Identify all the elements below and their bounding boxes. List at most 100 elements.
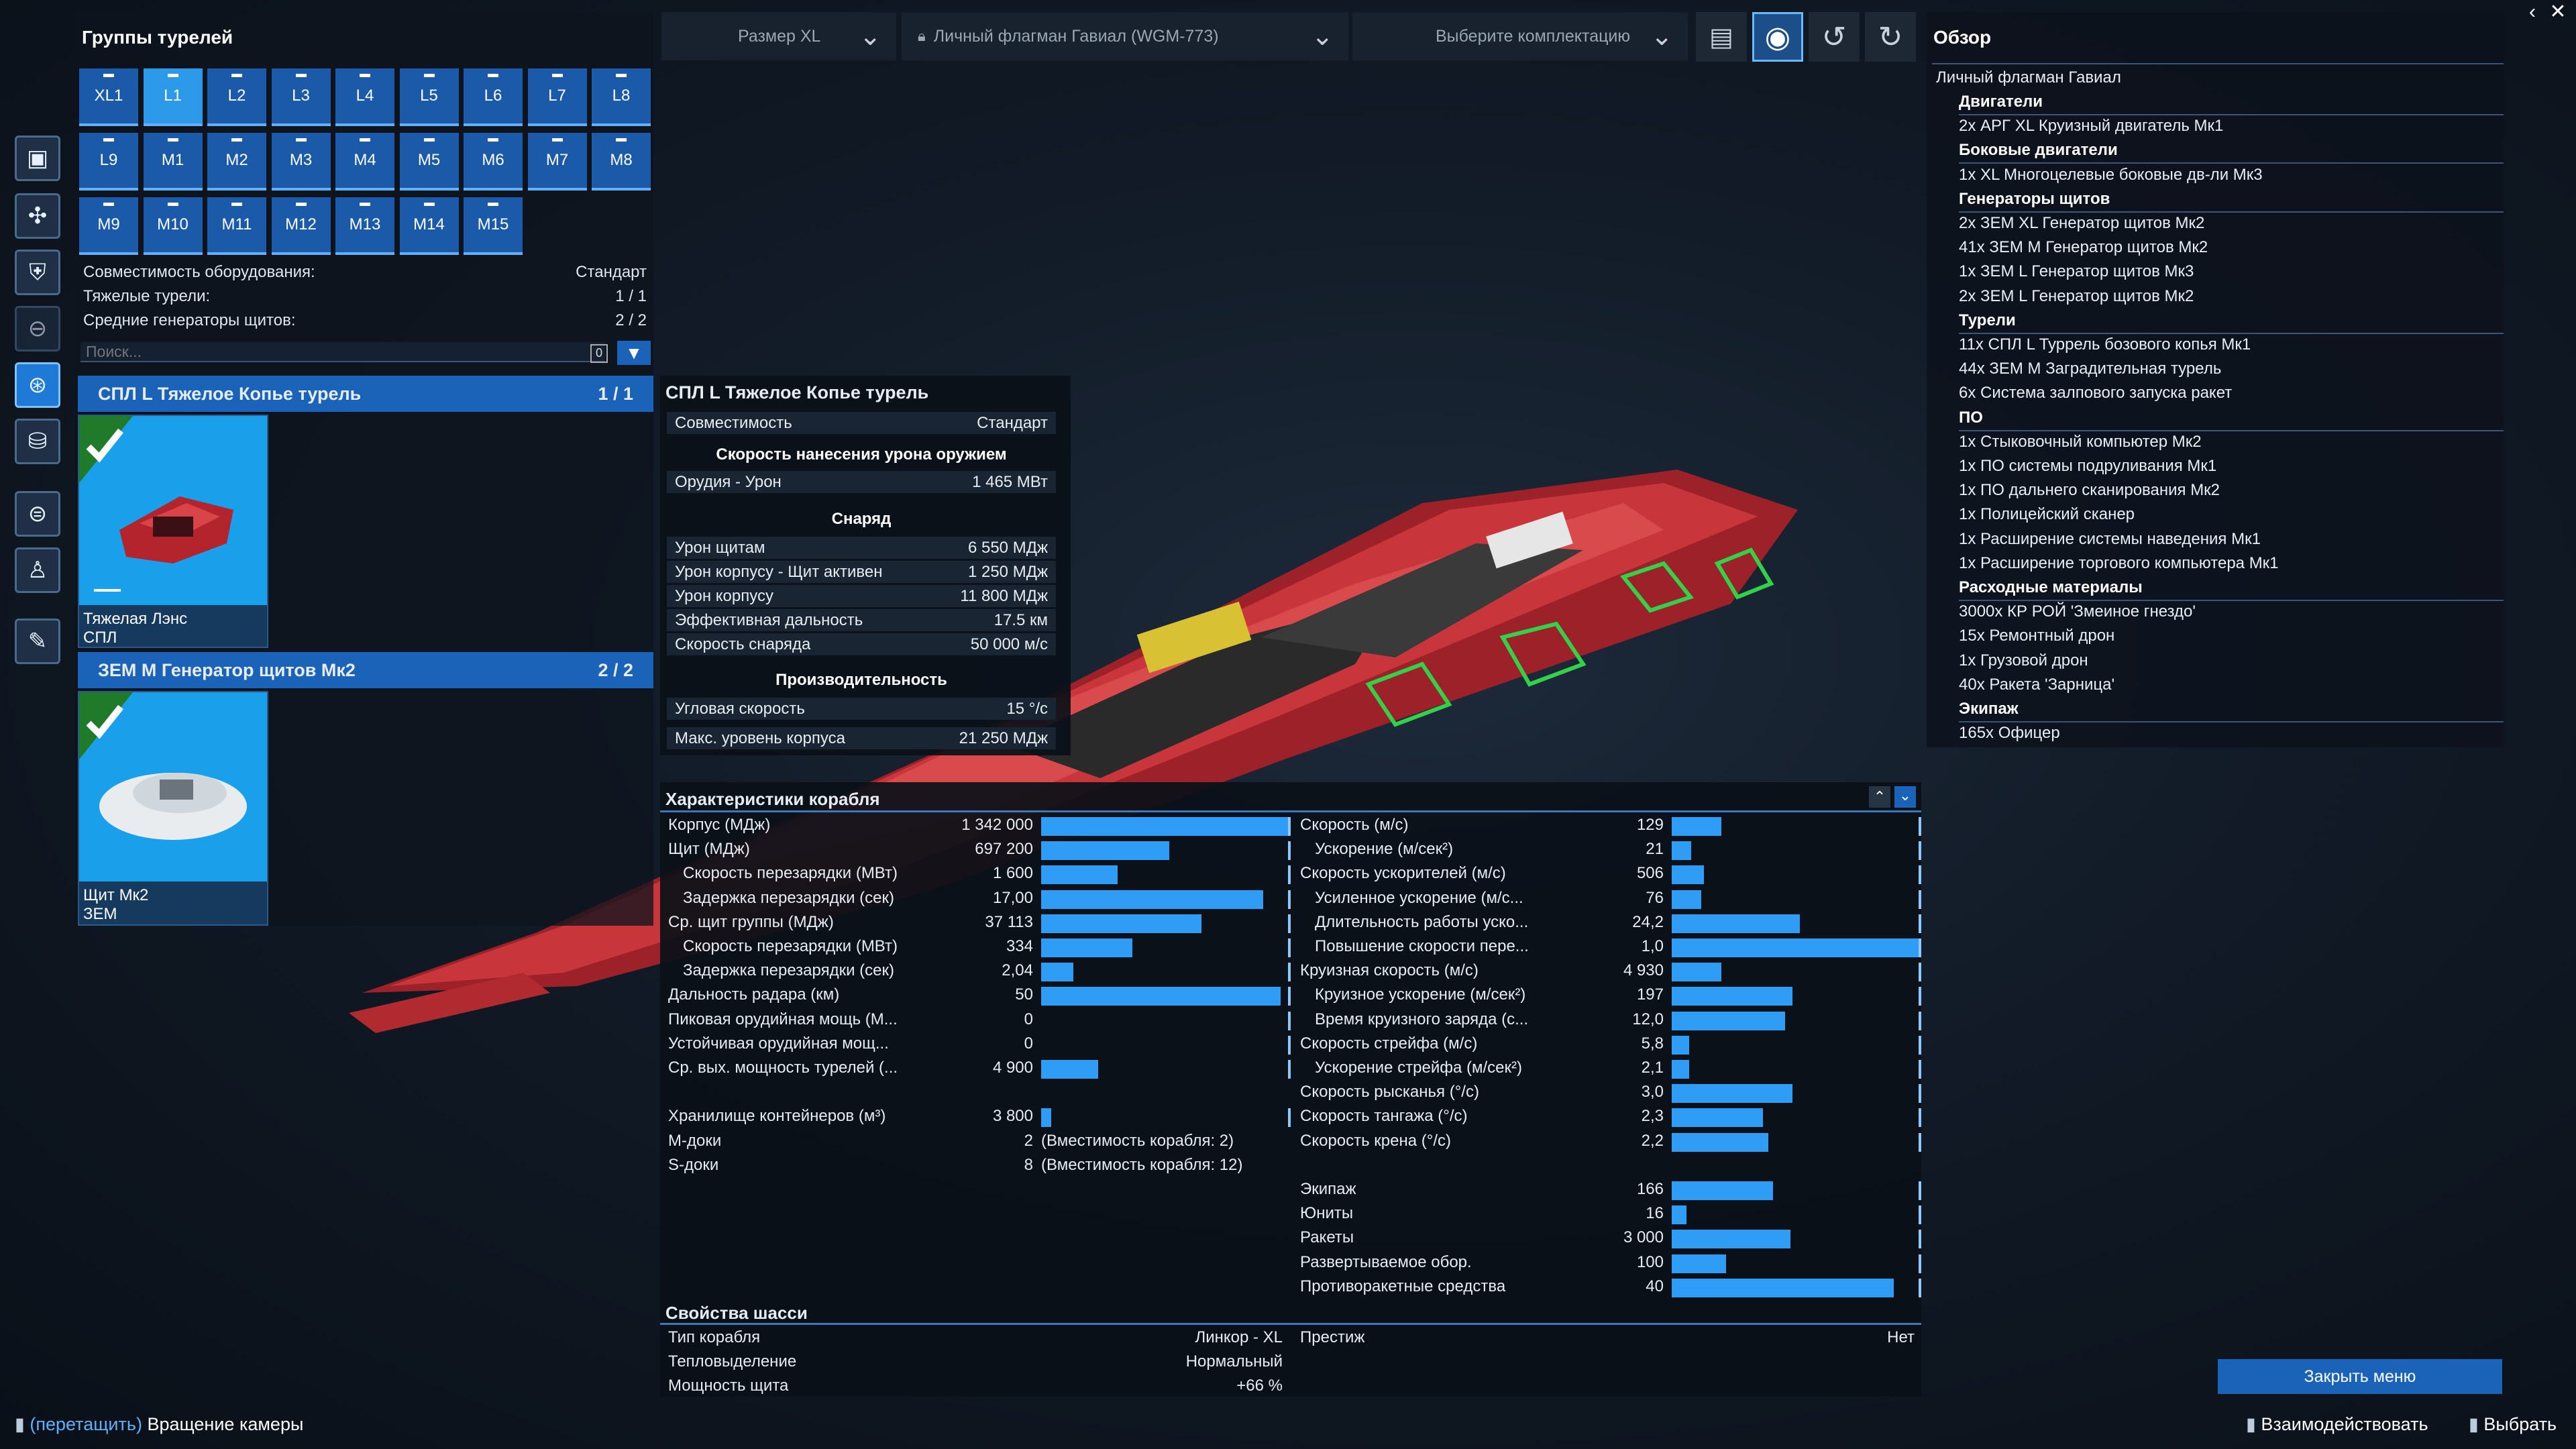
nav-button-1[interactable]: ▣ bbox=[15, 136, 60, 181]
stats-collapse-up-button[interactable]: ⌃ bbox=[1869, 786, 1890, 808]
stat-note: (Вместимость корабля: 2) bbox=[1041, 1131, 1234, 1150]
equipment-card-shield[interactable]: Щит Мк2 ЗЕМ bbox=[78, 691, 268, 926]
search-input[interactable] bbox=[80, 342, 605, 362]
chassis-value: Линкор - XL bbox=[1195, 1328, 1283, 1346]
view-toggle-button[interactable]: ◉ bbox=[1752, 12, 1803, 62]
turret-group-button[interactable]: M14 bbox=[399, 197, 459, 255]
turret-group-button[interactable]: L4 bbox=[335, 68, 394, 126]
stats-collapse-down-button[interactable]: ⌄ bbox=[1894, 786, 1916, 808]
overview-item: 1x Расширение системы наведения Мк1 bbox=[1959, 529, 2261, 548]
stat-bar-track bbox=[1919, 1108, 1921, 1128]
turret-group-button[interactable]: M4 bbox=[335, 133, 394, 191]
group-header-lance-turret[interactable]: СПЛ L Тяжелое Копье турель 1 / 1 bbox=[78, 376, 653, 412]
stat-bar-track bbox=[1919, 865, 1921, 885]
stat-bar bbox=[1672, 890, 1702, 909]
lock-icon: 🔒︎ bbox=[918, 28, 926, 44]
stat-label: Круизная скорость (м/с) bbox=[1300, 961, 1479, 980]
stat-bar bbox=[1672, 1060, 1689, 1079]
turret-group-button[interactable]: L9 bbox=[79, 133, 138, 191]
chassis-value: +66 % bbox=[1236, 1377, 1283, 1395]
turret-group-button[interactable]: M7 bbox=[527, 133, 587, 191]
stat-bar bbox=[1672, 817, 1721, 836]
consumables-icon: ⛁ bbox=[28, 429, 48, 454]
stat-bar bbox=[1672, 938, 1919, 957]
loadout-dropdown[interactable]: Выберите комплектацию ⌄ bbox=[1352, 12, 1688, 60]
stat-bar-track bbox=[1288, 817, 1291, 836]
turret-group-button[interactable]: M8 bbox=[592, 133, 651, 191]
footer-select-hint[interactable]: ▮ Выбрать bbox=[2469, 1414, 2557, 1435]
turret-group-button[interactable]: M2 bbox=[207, 133, 266, 191]
turret-group-button[interactable]: L3 bbox=[271, 68, 331, 126]
turret-group-button[interactable]: M10 bbox=[143, 197, 203, 255]
stat-label: Длительность работы уско... bbox=[1315, 912, 1529, 931]
undo-icon: ↺ bbox=[1821, 20, 1847, 54]
turret-group-button[interactable]: L8 bbox=[592, 68, 651, 126]
stat-bar bbox=[1672, 1230, 1790, 1249]
turret-group-button[interactable]: M9 bbox=[79, 197, 138, 255]
stat-bar bbox=[1672, 914, 1801, 933]
nav-button-2[interactable]: ✣ bbox=[15, 193, 60, 239]
overview-item: 1x Грузовой дрон bbox=[1959, 651, 2088, 669]
turret-group-button[interactable]: M5 bbox=[399, 133, 459, 191]
turret-group-button[interactable]: L5 bbox=[399, 68, 459, 126]
redo-icon: ↻ bbox=[1878, 20, 1903, 54]
stat-label: M-доки bbox=[668, 1131, 722, 1150]
turret-group-button[interactable]: L6 bbox=[464, 68, 523, 126]
stat-value: 2 bbox=[1024, 1131, 1033, 1150]
footer-interact-hint[interactable]: ▮ Взаимодействовать bbox=[2246, 1414, 2428, 1435]
turret-group-button[interactable]: M15 bbox=[464, 197, 523, 255]
redo-button[interactable]: ↻ bbox=[1865, 12, 1916, 62]
turret-group-button[interactable]: M3 bbox=[271, 133, 331, 191]
crew-icon: ♙ bbox=[27, 557, 48, 583]
stat-bar-track bbox=[1288, 914, 1291, 933]
filter-button[interactable]: ▼ bbox=[617, 341, 651, 365]
stat-label: Ср. щит группы (МДж) bbox=[668, 912, 834, 931]
undo-button[interactable]: ↺ bbox=[1809, 12, 1860, 62]
turret-group-button[interactable]: M1 bbox=[143, 133, 203, 191]
back-icon[interactable]: ‹ bbox=[2529, 1, 2536, 23]
stat-value: 76 bbox=[1646, 888, 1664, 907]
tooltip-proj-row: Урон щитам 6 550 МДж bbox=[667, 537, 1056, 559]
turret-group-button[interactable]: M11 bbox=[207, 197, 266, 255]
turret-group-button[interactable]: M6 bbox=[464, 133, 523, 191]
stat-bar-track bbox=[1919, 963, 1921, 982]
turret-group-button[interactable]: XL1 bbox=[79, 68, 138, 126]
turret-group-button[interactable]: L2 bbox=[207, 68, 266, 126]
stat-label: Усиленное ускорение (м/с... bbox=[1315, 888, 1523, 907]
turret-group-button[interactable]: M13 bbox=[335, 197, 394, 255]
stat-value: 3 800 bbox=[992, 1107, 1033, 1126]
equipment-card-lance[interactable]: Тяжелая Лэнс СПЛ bbox=[78, 415, 268, 648]
close-menu-button[interactable]: Закрыть меню bbox=[2218, 1359, 2502, 1394]
tooltip-damage-row: Орудия - Урон 1 465 МВт bbox=[667, 471, 1056, 493]
chevron-down-icon: ⌄ bbox=[1311, 21, 1334, 51]
nav-button-4[interactable]: ⊖ bbox=[15, 306, 60, 352]
prestige-value: Нет bbox=[1887, 1328, 1915, 1346]
turret-group-button[interactable]: M12 bbox=[271, 197, 331, 255]
turret-group-button[interactable]: L1 bbox=[143, 68, 203, 126]
chassis-title: Свойства шасси bbox=[665, 1303, 808, 1323]
card-maker-lance: СПЛ bbox=[83, 629, 117, 647]
turret-group-button[interactable]: L7 bbox=[527, 68, 587, 126]
nav-button-8[interactable]: ♙ bbox=[15, 547, 60, 593]
stat-bar-track bbox=[1919, 817, 1921, 836]
stat-bar-track bbox=[1288, 963, 1291, 982]
size-dropdown[interactable]: Размер XL ⌄ bbox=[661, 12, 896, 60]
chevron-down-icon: ⌄ bbox=[859, 21, 881, 51]
nav-button-7[interactable]: ⊜ bbox=[15, 491, 60, 537]
group-header-shield[interactable]: ЗЕМ M Генератор щитов Мк2 2 / 2 bbox=[78, 652, 653, 688]
stat-value: 2,04 bbox=[1002, 961, 1033, 980]
card-maker-shield: ЗЕМ bbox=[83, 905, 117, 923]
stat-value: 1 600 bbox=[992, 864, 1033, 883]
stat-bar bbox=[1672, 1084, 1793, 1104]
stat-label: Юниты bbox=[1300, 1204, 1354, 1223]
ship-dropdown[interactable]: 🔒︎ Личный флагман Гавиал (WGM-773) ⌄ bbox=[902, 12, 1348, 60]
nav-button-3[interactable]: ⛨ bbox=[15, 250, 60, 295]
overview-item: 2x АРГ XL Круизный двигатель Мк1 bbox=[1959, 117, 2224, 136]
nav-button-turrets[interactable]: ⊛ bbox=[15, 362, 60, 408]
close-icon[interactable]: ✕ bbox=[2549, 1, 2566, 23]
nav-button-6[interactable]: ⛁ bbox=[15, 419, 60, 464]
nav-button-9[interactable]: ✎ bbox=[15, 619, 60, 664]
save-button[interactable]: ▤ bbox=[1696, 12, 1747, 62]
stat-value: 5,8 bbox=[1641, 1034, 1664, 1053]
overview-item: 6x Система залпового запуска ракет bbox=[1959, 384, 2233, 402]
